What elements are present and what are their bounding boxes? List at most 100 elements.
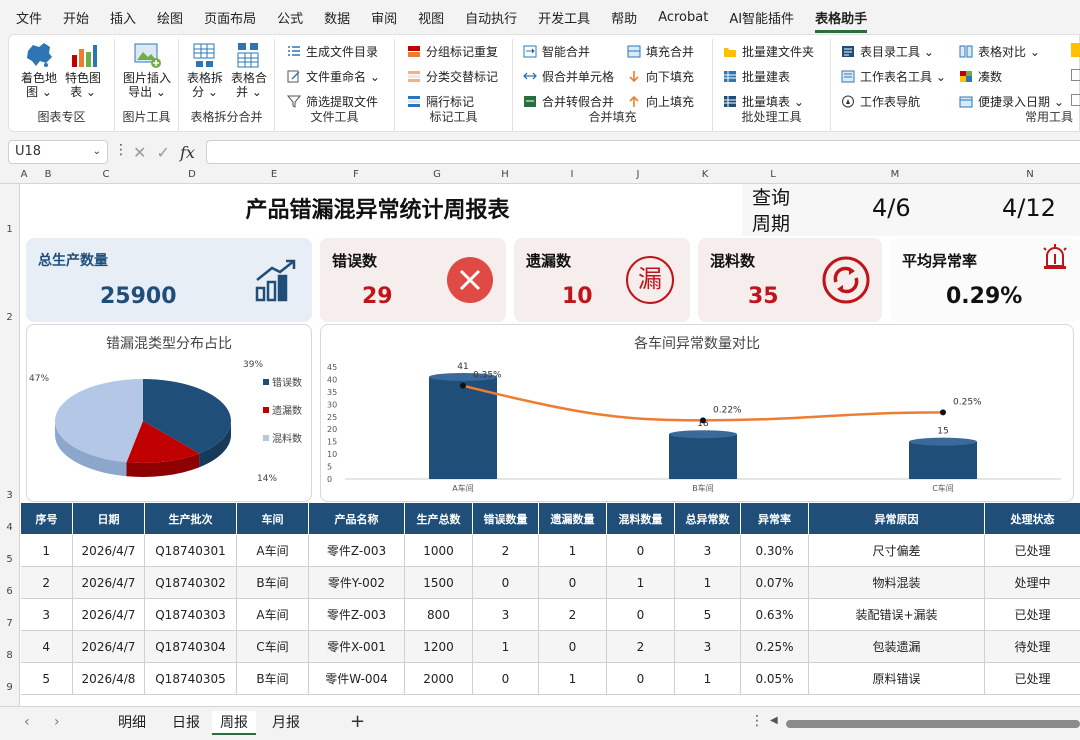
- menu-item[interactable]: 审阅: [371, 8, 397, 27]
- menu-item[interactable]: 帮助: [611, 8, 637, 27]
- table-cell[interactable]: 2026/4/7: [72, 598, 145, 631]
- table-cell[interactable]: 零件X-001: [308, 630, 405, 663]
- table-cell[interactable]: 800: [404, 598, 473, 631]
- table-cell[interactable]: 零件W-004: [308, 662, 405, 695]
- table-compare-button[interactable]: 表格对比 ⌄: [959, 41, 1040, 61]
- alt-mark-button[interactable]: 分类交替标记: [407, 66, 498, 86]
- tab-next-icon[interactable]: ›: [54, 714, 60, 730]
- table-row[interactable]: 1 2026/4/7 Q18740301 A车间 零件Z-003 1000 2 1 0 3 0.30…: [20, 534, 1080, 567]
- sheet-dir-button[interactable]: 表目录工具 ⌄: [841, 41, 934, 61]
- table-cell[interactable]: 已处理: [984, 662, 1080, 695]
- cancel-icon[interactable]: ✕: [133, 143, 146, 162]
- table-header-cell[interactable]: 日期: [72, 502, 145, 535]
- menu-item[interactable]: 绘图: [157, 8, 183, 27]
- table-cell[interactable]: 5: [674, 598, 741, 631]
- table-cell[interactable]: Q18740301: [144, 534, 237, 567]
- table-cell[interactable]: Q18740305: [144, 662, 237, 695]
- table-cell[interactable]: 3: [472, 598, 539, 631]
- table-cell[interactable]: Q18740302: [144, 566, 237, 599]
- special-chart-button[interactable]: 特色图 表 ⌄: [63, 41, 103, 99]
- add-sheet-icon[interactable]: +: [350, 711, 365, 732]
- column-header[interactable]: G: [433, 169, 441, 180]
- sheet-tab[interactable]: 周报: [212, 711, 256, 735]
- menu-item[interactable]: AI智能插件: [729, 8, 794, 27]
- table-cell[interactable]: B车间: [236, 566, 309, 599]
- table-cell[interactable]: 2: [538, 598, 607, 631]
- column-header[interactable]: E: [271, 169, 277, 180]
- image-insert-button[interactable]: 图片插入 导出 ⌄: [123, 41, 171, 99]
- table-cell[interactable]: 2026/4/7: [72, 630, 145, 663]
- group-mark-dup-button[interactable]: 分组标记重复: [407, 41, 498, 61]
- table-cell[interactable]: 2000: [404, 662, 473, 695]
- row-header[interactable]: 4: [0, 522, 19, 533]
- bar-chart-panel[interactable]: 各车间异常数量对比 0 5 10 15 20 25 30 35 40 45 41 A车间 18 B车间 15…: [320, 324, 1074, 502]
- table-header-cell[interactable]: 车间: [236, 502, 309, 535]
- table-cell[interactable]: 零件Y-002: [308, 566, 405, 599]
- table-header-cell[interactable]: 混料数量: [606, 502, 675, 535]
- table-header-cell[interactable]: 总异常数: [674, 502, 741, 535]
- table-header-cell[interactable]: 序号: [20, 502, 73, 535]
- table-cell[interactable]: 0.25%: [740, 630, 809, 663]
- fill-down-button[interactable]: 向下填充: [627, 66, 694, 86]
- table-cell[interactable]: 尺寸偏差: [808, 534, 985, 567]
- pie-chart-panel[interactable]: 错漏混类型分布占比 39% 14% 47% 错误数 遗漏数 混料数: [26, 324, 312, 502]
- table-cell[interactable]: 0: [538, 566, 607, 599]
- menu-item[interactable]: 数据: [324, 8, 350, 27]
- horizontal-scrollbar[interactable]: [786, 720, 1080, 728]
- function-icon[interactable]: fx: [180, 143, 195, 162]
- table-header-cell[interactable]: 处理状态: [984, 502, 1080, 535]
- table-cell[interactable]: 4: [20, 630, 73, 663]
- table-cell[interactable]: 2026/4/7: [72, 566, 145, 599]
- table-cell[interactable]: 已处理: [984, 534, 1080, 567]
- formula-input[interactable]: [206, 140, 1080, 164]
- column-header[interactable]: H: [501, 169, 509, 180]
- sheet-nav-button[interactable]: 工作表导航: [841, 91, 920, 111]
- menu-item[interactable]: 公式: [277, 8, 303, 27]
- table-cell[interactable]: Q18740304: [144, 630, 237, 663]
- table-header-cell[interactable]: 遗漏数量: [538, 502, 607, 535]
- column-header[interactable]: B: [45, 169, 52, 180]
- table-header-cell[interactable]: 错误数量: [472, 502, 539, 535]
- table-cell[interactable]: 零件Z-003: [308, 534, 405, 567]
- scroll-left-icon[interactable]: ◀: [770, 715, 778, 726]
- table-cell[interactable]: 1500: [404, 566, 473, 599]
- table-cell[interactable]: 包装遗漏: [808, 630, 985, 663]
- table-cell[interactable]: 0.63%: [740, 598, 809, 631]
- row-header[interactable]: 5: [0, 554, 19, 565]
- table-cell[interactable]: 0: [606, 534, 675, 567]
- menu-item[interactable]: 插入: [110, 8, 136, 27]
- end-date[interactable]: 4/12: [1002, 194, 1056, 222]
- menu-item[interactable]: Acrobat: [658, 10, 708, 25]
- table-cell[interactable]: 0: [472, 662, 539, 695]
- menu-item[interactable]: 开始: [63, 8, 89, 27]
- row-header[interactable]: 3: [0, 490, 19, 501]
- menu-item[interactable]: 页面布局: [204, 8, 256, 27]
- table-cell[interactable]: Q18740303: [144, 598, 237, 631]
- table-cell[interactable]: 1: [538, 534, 607, 567]
- table-cell[interactable]: 2026/4/7: [72, 534, 145, 567]
- row-header[interactable]: 8: [0, 650, 19, 661]
- table-cell[interactable]: B车间: [236, 662, 309, 695]
- table-header-cell[interactable]: 生产批次: [144, 502, 237, 535]
- table-cell[interactable]: C车间: [236, 630, 309, 663]
- table-cell[interactable]: A车间: [236, 598, 309, 631]
- row-header[interactable]: 6: [0, 586, 19, 597]
- table-cell[interactable]: 1200: [404, 630, 473, 663]
- table-row[interactable]: 3 2026/4/7 Q18740303 A车间 零件Z-003 800 3 2 0 5 0.63%…: [20, 598, 1080, 631]
- table-cell[interactable]: 3: [20, 598, 73, 631]
- table-cell[interactable]: 零件Z-003: [308, 598, 405, 631]
- column-header[interactable]: I: [571, 169, 574, 180]
- sheet-tab[interactable]: 月报: [264, 711, 308, 735]
- table-header-cell[interactable]: 异常率: [740, 502, 809, 535]
- menu-item[interactable]: 开发工具: [538, 8, 590, 27]
- column-header[interactable]: K: [702, 169, 709, 180]
- table-row[interactable]: 2 2026/4/7 Q18740302 B车间 零件Y-002 1500 0 0 1 1 0.07…: [20, 566, 1080, 599]
- menu-item[interactable]: 自动执行: [465, 8, 517, 27]
- row-header[interactable]: 7: [0, 618, 19, 629]
- table-cell[interactable]: 0: [472, 566, 539, 599]
- table-row[interactable]: 4 2026/4/7 Q18740304 C车间 零件X-001 1200 1 0 2 3 0.25…: [20, 630, 1080, 663]
- table-cell[interactable]: 3: [674, 534, 741, 567]
- table-cell[interactable]: 1: [674, 662, 741, 695]
- table-cell[interactable]: 0.07%: [740, 566, 809, 599]
- file-rename-button[interactable]: 文件重命名 ⌄: [287, 66, 380, 86]
